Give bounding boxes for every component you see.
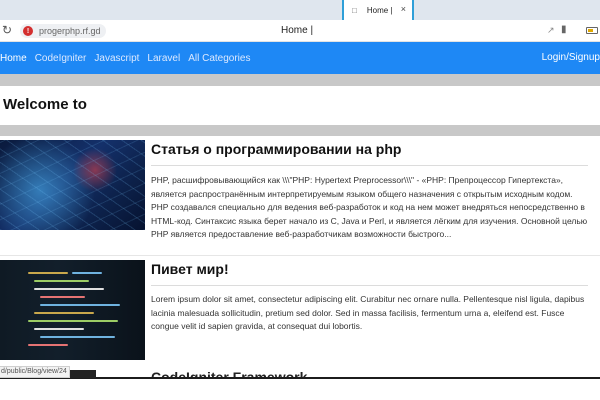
article-thumbnail[interactable] xyxy=(0,140,145,230)
url-text: progerphp.rf.gd xyxy=(39,26,101,36)
tab-title: Home | xyxy=(366,5,393,15)
nav-link-codeigniter[interactable]: CodeIgniter xyxy=(35,53,87,64)
page-icon: □ xyxy=(352,5,357,15)
article-excerpt: Lorem ipsum dolor sit amet, consectetur … xyxy=(151,294,585,332)
address-bar: ↻ ! progerphp.rf.gd Home | ↗ ▮ xyxy=(0,20,600,42)
article-card: Пивет мир! Lorem ipsum dolor sit amet, c… xyxy=(0,256,600,366)
battery-icon[interactable] xyxy=(586,27,598,34)
welcome-heading: Welcome to xyxy=(3,96,87,113)
nav-link-home[interactable]: Home xyxy=(0,53,27,64)
page-title-display: Home | xyxy=(281,25,314,36)
article-title[interactable]: Пивет мир! xyxy=(151,261,229,277)
login-signup-link[interactable]: Login/Signup xyxy=(542,52,600,63)
translate-icon[interactable]: ↗ xyxy=(547,25,555,36)
nav-link-javascript[interactable]: Javascript xyxy=(94,53,139,64)
reload-icon[interactable]: ↻ xyxy=(2,23,12,37)
article-divider xyxy=(151,165,588,166)
page-bottom xyxy=(0,378,600,400)
status-bar-url: d/public/Blog/view/24 xyxy=(0,366,70,378)
close-icon[interactable]: × xyxy=(401,4,406,14)
browser-tab-strip: □ Home | × xyxy=(0,0,600,20)
article-excerpt: PHP, расшифровывающийся как \\\"PHP: Hyp… xyxy=(151,175,588,240)
article-divider xyxy=(151,285,588,286)
article-thumbnail[interactable] xyxy=(0,260,145,360)
bookmark-icon[interactable]: ▮ xyxy=(561,24,567,35)
nav-link-all-categories[interactable]: All Categories xyxy=(188,53,250,64)
status-bar-block xyxy=(70,370,96,378)
browser-tab[interactable]: □ Home | × xyxy=(342,0,414,20)
article-title[interactable]: Статья о программировании на php xyxy=(151,141,401,157)
nav-link-laravel[interactable]: Laravel xyxy=(147,53,180,64)
article-card: Статья о программировании на php PHP, ра… xyxy=(0,136,600,254)
warning-icon[interactable]: ! xyxy=(23,26,33,36)
header-divider xyxy=(0,74,600,86)
content-divider xyxy=(0,125,600,136)
site-navbar: Home CodeIgniter Javascript Laravel All … xyxy=(0,42,600,74)
url-field[interactable]: ! progerphp.rf.gd xyxy=(20,24,106,38)
